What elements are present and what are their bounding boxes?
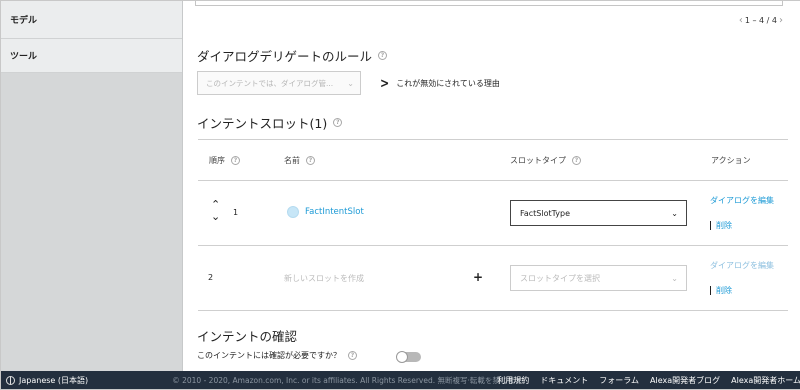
sidebar-item-tools[interactable]: ツール — [1, 39, 182, 73]
divider — [710, 221, 711, 230]
main-panel: ‹ 1 – 4 / 4 › ダイアログデリゲートのルール ? このインテントでは… — [184, 1, 800, 373]
help-circle-icon[interactable]: ? — [572, 156, 581, 165]
slot-name: FactIntentSlot — [305, 207, 364, 217]
select-value: スロットタイプを選択 — [520, 273, 600, 283]
pager-range: 1 – 4 / 4 — [744, 16, 777, 25]
divider — [198, 180, 788, 181]
header-label: アクション — [711, 156, 751, 165]
language-label: Japanese (日本語) — [19, 375, 89, 385]
pager: ‹ 1 – 4 / 4 › — [739, 15, 783, 26]
divider — [198, 245, 788, 246]
help-circle-icon[interactable]: ? — [231, 156, 240, 165]
dialog-delegate-heading: ダイアログデリゲートのルール ? — [197, 46, 388, 65]
header-label: スロットタイプ — [510, 156, 566, 165]
intent-confirm-heading: インテントの確認 — [197, 326, 297, 345]
select-value: FactSlotType — [520, 208, 571, 218]
row-order: 1 — [233, 208, 239, 217]
help-circle-icon[interactable]: ? — [333, 118, 343, 127]
dialog-delegate-select[interactable]: このインテントでは、ダイアログ管... ⌄ — [197, 71, 361, 95]
footer-links: 利用規約 ドキュメント フォーラム Alexa開発者ブログ Alexa開発者ホー… — [497, 375, 800, 386]
toggle-knob — [396, 351, 408, 363]
column-header-actions: アクション — [711, 155, 751, 166]
column-header-order: 順序 ? — [209, 155, 240, 166]
footer-link-home[interactable]: Alexa開発者ホーム — [731, 375, 800, 386]
help-circle-icon[interactable]: ? — [378, 51, 388, 60]
chevron-down-icon: ⌄ — [671, 208, 678, 218]
previous-section-border — [195, 1, 783, 6]
divider — [710, 286, 711, 295]
language-selector[interactable]: Japanese (日本語) — [1, 375, 172, 386]
chevron-right-icon: > — [380, 75, 390, 92]
delete-label: 削除 — [716, 221, 732, 230]
section-title: インテントの確認 — [197, 329, 298, 344]
header-label: 順序 — [209, 156, 225, 165]
footer-link-terms[interactable]: 利用規約 — [497, 375, 529, 386]
confirm-question-label: このインテントには確認が必要ですか？ — [197, 351, 341, 360]
why-disabled-link[interactable]: > これが無効にされている理由 — [380, 75, 500, 92]
slot-name-link[interactable]: FactIntentSlot — [287, 206, 364, 218]
slot-type-select[interactable]: スロットタイプを選択 ⌄ — [510, 265, 687, 291]
chevron-down-icon[interactable]: ⌄ — [211, 211, 220, 223]
select-value: このインテントでは、ダイアログ管... — [206, 78, 334, 88]
footer: Japanese (日本語) © 2010 - 2020, Amazon.com… — [1, 371, 800, 389]
why-disabled-label: これが無効にされている理由 — [396, 79, 500, 88]
sidebar-item-label: ツール — [10, 52, 38, 62]
confirm-toggle[interactable] — [396, 351, 421, 363]
row-order: 2 — [208, 273, 214, 282]
intent-slots-heading: インテントスロット(1) ? — [197, 113, 343, 132]
edit-dialog-link[interactable]: ダイアログを編集 — [710, 260, 780, 272]
help-circle-icon[interactable]: ? — [348, 351, 357, 360]
slot-icon — [287, 206, 299, 218]
sidebar: モデル ツール — [1, 1, 183, 373]
column-header-name: 名前 ? — [284, 155, 315, 166]
pager-prev-button[interactable]: ‹ — [739, 15, 743, 26]
help-circle-icon[interactable]: ? — [306, 156, 315, 165]
column-header-slot-type: スロットタイプ ? — [510, 155, 581, 166]
slot-type-select[interactable]: FactSlotType ⌄ — [510, 200, 687, 226]
edit-dialog-link[interactable]: ダイアログを編集 — [710, 195, 780, 207]
footer-link-forum[interactable]: フォーラム — [599, 375, 639, 386]
footer-link-blog[interactable]: Alexa開発者ブログ — [650, 375, 720, 386]
footer-link-docs[interactable]: ドキュメント — [540, 375, 588, 386]
chevron-down-icon: ⌄ — [671, 273, 678, 283]
section-title: ダイアログデリゲートのルール — [197, 49, 373, 64]
chevron-down-icon: ⌄ — [347, 78, 354, 88]
header-label: 名前 — [284, 156, 300, 165]
new-slot-input[interactable]: 新しいスロットを作成 — [284, 273, 364, 284]
confirm-question: このインテントには確認が必要ですか？ ? — [197, 350, 357, 361]
copyright: © 2010 - 2020, Amazon.com, Inc. or its a… — [172, 375, 523, 385]
pager-next-button[interactable]: › — [779, 15, 783, 26]
section-title: インテントスロット(1) — [197, 116, 328, 131]
globe-icon — [6, 375, 15, 385]
divider — [198, 139, 788, 140]
divider — [198, 310, 788, 311]
sidebar-item-model[interactable]: モデル — [1, 1, 182, 39]
delete-link[interactable]: 削除 — [710, 285, 732, 296]
delete-label: 削除 — [716, 286, 732, 295]
sort-handle[interactable]: ⌃ ⌄ — [211, 199, 220, 223]
add-slot-button[interactable]: + — [473, 270, 483, 284]
sidebar-item-label: モデル — [10, 16, 38, 26]
delete-link[interactable]: 削除 — [710, 220, 732, 231]
